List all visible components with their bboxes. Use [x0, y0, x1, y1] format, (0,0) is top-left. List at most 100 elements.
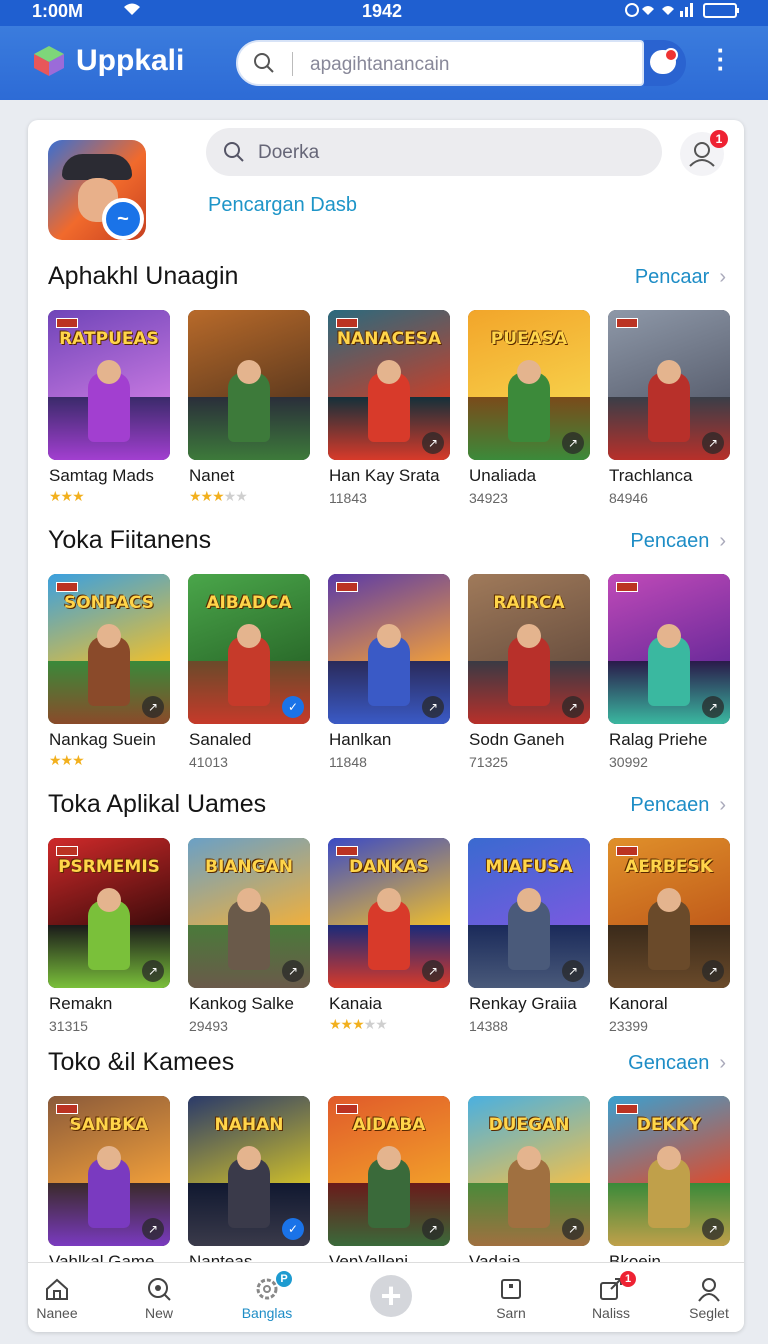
game-tile[interactable]: NAHAN ✓	[188, 1096, 310, 1246]
game-name: Han Kay Srata	[329, 466, 440, 485]
app-logo-icon	[34, 46, 64, 76]
see-more-label: Pencaar	[634, 266, 710, 288]
game-downloads: 11843	[329, 490, 367, 506]
game-name: Kanaia	[329, 994, 382, 1013]
see-more-label: Pencaen	[630, 794, 710, 816]
hero-head	[97, 624, 121, 648]
store-search-placeholder: Doerka	[258, 142, 320, 163]
status-icons	[624, 1, 744, 22]
section-see-more-link[interactable]: Pencaar ›	[635, 266, 726, 289]
more-menu-icon[interactable]: · · ·	[712, 37, 730, 81]
game-tile[interactable]: DUEGAN ↗	[468, 1096, 590, 1246]
game-logo-text: NAHAN	[214, 1115, 284, 1135]
game-tile[interactable]: ↗	[608, 310, 730, 460]
action-icon: ↗	[702, 432, 724, 454]
hero-head	[377, 888, 401, 912]
nav-label: Nanee	[36, 1305, 78, 1321]
section-title: Aphakhl Unaagin	[48, 262, 239, 290]
bottom-nav: Nanee New Banglas P + Sarn Naliss 1 Seglet	[28, 1262, 744, 1332]
rating-tag	[616, 582, 638, 592]
section-see-more-link[interactable]: Pencaen ›	[630, 794, 726, 817]
game-logo-text: AERBESK	[625, 857, 713, 877]
top-search-input[interactable]: apagihtanancain	[236, 40, 644, 86]
chat-button[interactable]	[644, 40, 686, 86]
game-tile[interactable]	[188, 310, 310, 460]
hero-head	[237, 888, 261, 912]
game-downloads: 29493	[189, 1018, 228, 1034]
hero-head	[97, 1146, 121, 1170]
star-rating-empty: ★★	[363, 1016, 388, 1032]
game-tile[interactable]: DANKAS ↗	[328, 838, 450, 988]
see-more-label: Gencaen	[628, 1052, 710, 1074]
game-downloads: 84946	[609, 490, 648, 506]
featured-app-icon[interactable]: ~	[48, 140, 146, 240]
game-tile[interactable]: AIDABA ↗	[328, 1096, 450, 1246]
action-icon: ✓	[282, 696, 304, 718]
chevron-right-icon: ›	[719, 530, 726, 552]
status-center-text: 1942	[362, 1, 403, 21]
nav-item[interactable]: Sarn	[466, 1263, 556, 1333]
game-name: Kankog Salke	[189, 994, 294, 1013]
game-logo-text: AIDABA	[352, 1115, 426, 1135]
hero-head	[657, 888, 681, 912]
game-name: Sodn Ganeh	[469, 730, 565, 749]
game-tile[interactable]: NANACESA ↗	[328, 310, 450, 460]
profile-badge: 1	[710, 130, 728, 148]
plus-icon[interactable]: +	[370, 1275, 412, 1317]
game-tile[interactable]: AERBESK ↗	[608, 838, 730, 988]
search-icon	[224, 142, 244, 162]
action-icon: ↗	[422, 696, 444, 718]
game-tile[interactable]: BIANGAN ↗	[188, 838, 310, 988]
action-icon: ↗	[142, 960, 164, 982]
game-name: Sanaled	[189, 730, 252, 749]
game-name: Unaliada	[469, 466, 537, 485]
section-see-more-link[interactable]: Gencaen ›	[628, 1052, 726, 1075]
nav-item[interactable]: New	[114, 1263, 204, 1333]
game-name: Trachlanca	[609, 466, 693, 485]
action-icon: ↗	[562, 696, 584, 718]
messenger-icon: ~	[102, 198, 144, 240]
game-downloads: 11848	[329, 754, 367, 770]
hero-head	[657, 1146, 681, 1170]
action-icon: ↗	[702, 1218, 724, 1240]
game-tile[interactable]: SONPACS ↗	[48, 574, 170, 724]
hero-head	[97, 888, 121, 912]
chevron-right-icon: ›	[719, 1052, 726, 1074]
game-tile[interactable]: AIBADCA ✓	[188, 574, 310, 724]
top-search-placeholder: apagihtanancain	[310, 54, 450, 75]
game-tile[interactable]: RATPUEAS	[48, 310, 170, 460]
game-tile[interactable]: ↗	[328, 574, 450, 724]
nav-badge: 1	[620, 1271, 636, 1287]
sublink[interactable]: Pencargan Dasb	[208, 194, 357, 217]
section-see-more-link[interactable]: Pencaen ›	[630, 530, 726, 553]
game-tile[interactable]: PSRMEMIS ↗	[48, 838, 170, 988]
chat-badge	[664, 48, 678, 62]
rating-tag	[616, 318, 638, 328]
nav-item[interactable]: Seglet	[664, 1263, 754, 1333]
nav-item[interactable]: Nanee	[12, 1263, 102, 1333]
nav-item[interactable]: Banglas P	[222, 1263, 312, 1333]
store-card: ~ Doerka 1 Pencargan Dasb Aphakhl Unaagi…	[28, 120, 744, 1332]
nav-item[interactable]: Naliss 1	[566, 1263, 656, 1333]
action-icon: ↗	[422, 1218, 444, 1240]
action-icon: ↗	[702, 960, 724, 982]
profile-button[interactable]: 1	[680, 130, 728, 176]
nav-label: New	[144, 1305, 173, 1321]
game-tile[interactable]: DEKKY ↗	[608, 1096, 730, 1246]
chevron-right-icon: ›	[719, 266, 726, 288]
game-name: Kanoral	[609, 994, 668, 1013]
section-title: Yoka Fiitanens	[48, 526, 212, 554]
action-icon: ↗	[562, 432, 584, 454]
store-search-input[interactable]: Doerka	[206, 128, 662, 176]
game-downloads: 30992	[609, 754, 648, 770]
game-tile[interactable]: ↗	[608, 574, 730, 724]
game-tile[interactable]: MIAFUSA ↗	[468, 838, 590, 988]
game-tile[interactable]: PUEASA ↗	[468, 310, 590, 460]
chevron-right-icon: ›	[719, 794, 726, 816]
game-tile[interactable]: SANBKA ↗	[48, 1096, 170, 1246]
hero-head	[517, 1146, 541, 1170]
hero-head	[657, 360, 681, 384]
game-tile[interactable]: RAIRCA ↗	[468, 574, 590, 724]
hero-head	[517, 888, 541, 912]
app-bar: Uppkali apagihtanancain · · ·	[0, 26, 768, 125]
